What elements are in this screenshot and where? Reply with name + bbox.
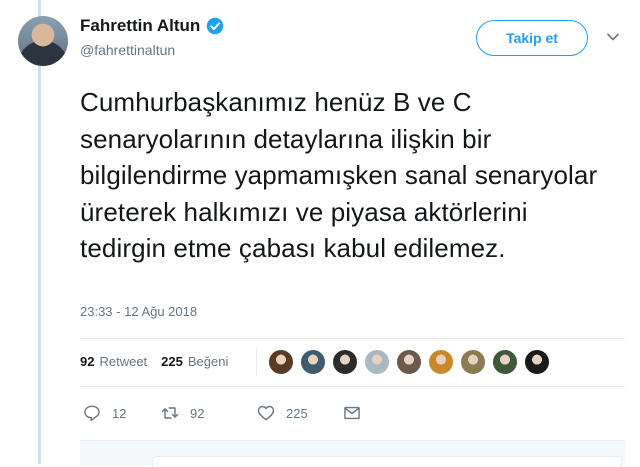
liker-avatar[interactable] xyxy=(268,349,294,375)
liker-avatar[interactable] xyxy=(364,349,390,375)
reply-input[interactable] xyxy=(152,456,622,467)
retweet-action[interactable]: 92 xyxy=(160,403,256,423)
liker-avatar[interactable] xyxy=(396,349,422,375)
like-count: 225 xyxy=(286,405,308,421)
reply-count: 12 xyxy=(112,405,127,421)
chevron-down-icon[interactable] xyxy=(606,30,620,44)
retweet-icon xyxy=(161,407,179,419)
follow-button[interactable]: Takip et xyxy=(476,20,588,56)
liker-avatar[interactable] xyxy=(428,349,454,375)
likes-label[interactable]: Beğeni xyxy=(188,354,228,369)
direct-message-action[interactable] xyxy=(342,403,362,423)
tweet-stats: 92 Retweet 225 Beğeni xyxy=(80,354,237,369)
avatar[interactable] xyxy=(18,16,68,66)
envelope-icon xyxy=(344,406,360,420)
handle[interactable]: @fahrettinaltun xyxy=(80,42,224,58)
liker-avatar[interactable] xyxy=(524,349,550,375)
tweet-text: Cumhurbaşkanımız henüz B ve C senaryolar… xyxy=(80,87,598,263)
display-name[interactable]: Fahrettin Altun xyxy=(80,16,200,36)
reply-action[interactable]: 12 xyxy=(82,403,160,423)
likes-count[interactable]: 225 xyxy=(161,354,183,369)
retweet-count: 92 xyxy=(190,405,205,421)
tweet-timestamp[interactable]: 23:33 - 12 Ağu 2018 xyxy=(80,304,197,319)
like-action[interactable]: 225 xyxy=(256,403,342,423)
liker-avatar[interactable] xyxy=(460,349,486,375)
tweet-actions: 12 92 225 xyxy=(82,403,362,423)
author-block: Fahrettin Altun @fahrettinaltun xyxy=(80,16,224,58)
heart-icon xyxy=(257,405,275,421)
liker-avatar[interactable] xyxy=(492,349,518,375)
stats-separator xyxy=(256,348,257,376)
name-row: Fahrettin Altun xyxy=(80,16,224,36)
reply-icon xyxy=(84,405,100,422)
thread-rail xyxy=(38,0,41,464)
liker-avatar[interactable] xyxy=(332,349,358,375)
liker-avatar[interactable] xyxy=(300,349,326,375)
retweets-count[interactable]: 92 xyxy=(80,354,94,369)
divider xyxy=(80,386,625,387)
liker-avatars xyxy=(268,349,550,375)
retweets-label[interactable]: Retweet xyxy=(99,354,147,369)
divider xyxy=(80,338,625,339)
verified-badge-icon xyxy=(207,17,224,35)
